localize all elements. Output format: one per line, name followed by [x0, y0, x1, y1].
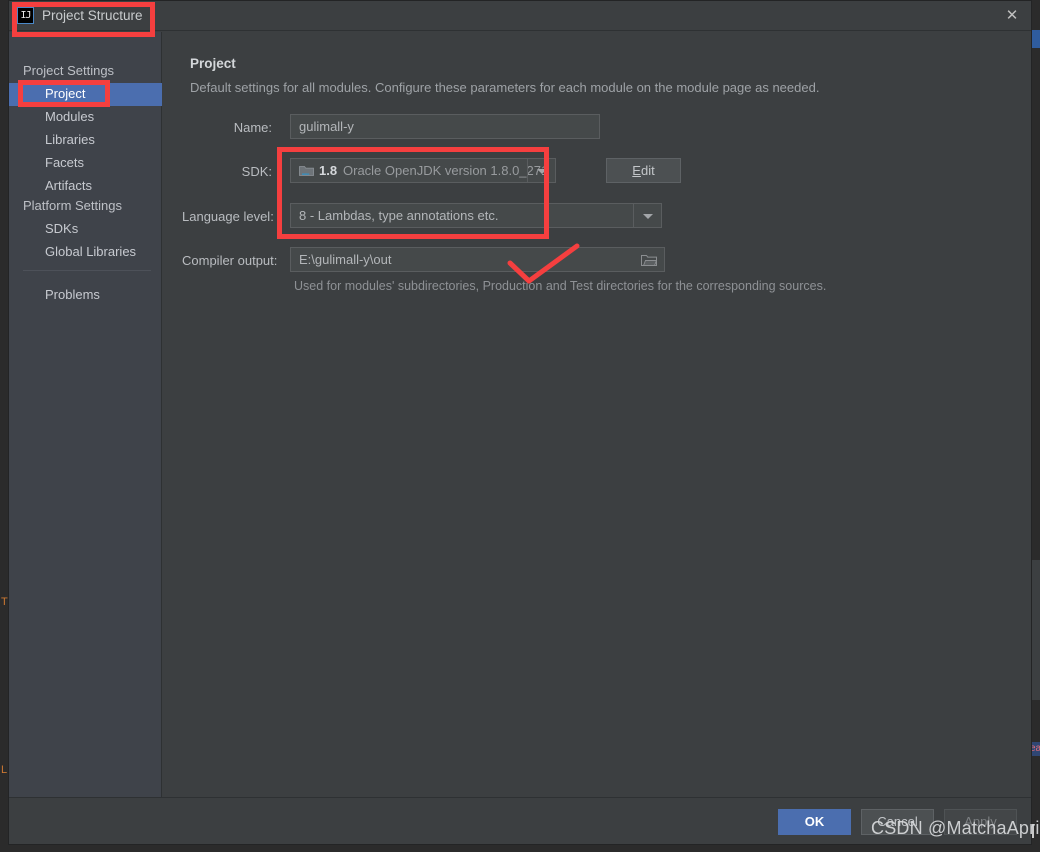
settings-sidebar: Project Settings Platform Settings Proje… [9, 32, 162, 797]
sidebar-group-platform-settings: Platform Settings [23, 198, 122, 213]
sidebar-item-label: Problems [45, 287, 100, 302]
language-level-label: Language level: [182, 209, 274, 224]
project-structure-dialog: IJ Project Structure ✕ ← → Project Setti… [8, 0, 1032, 845]
sdk-version-number: 1.8 [319, 163, 338, 178]
chevron-down-icon[interactable] [527, 159, 555, 182]
compiler-output-input[interactable]: E:\gulimall-y\out [290, 247, 665, 272]
sidebar-item-label: SDKs [45, 221, 79, 236]
sidebar-item-problems[interactable]: Problems [9, 284, 162, 307]
compiler-output-value: E:\gulimall-y\out [299, 252, 392, 267]
name-input-value: gulimall-y [299, 119, 354, 134]
sidebar-item-global-libraries[interactable]: Global Libraries [9, 241, 162, 264]
intellij-idea-icon: IJ [17, 7, 34, 24]
sidebar-item-label: Global Libraries [45, 244, 137, 259]
sidebar-item-facets[interactable]: Facets [9, 152, 162, 175]
compiler-output-hint: Used for modules' subdirectories, Produc… [294, 279, 827, 293]
sdk-combobox[interactable]: 1.8 Oracle OpenJDK version 1.8.0_271 [290, 158, 556, 183]
watermark: CSDN @MatchaApril [871, 818, 1040, 838]
close-icon[interactable]: ✕ [1001, 6, 1023, 26]
name-field-label: Name: [233, 120, 272, 135]
sdk-edit-button[interactable]: Edit [606, 158, 681, 183]
jdk-folder-icon [299, 164, 314, 178]
dialog-titlebar: IJ Project Structure ✕ [9, 1, 1031, 31]
sidebar-item-project[interactable]: Project [9, 83, 162, 106]
dialog-title: Project Structure [42, 8, 143, 23]
sidebar-divider [23, 270, 151, 271]
sdk-edit-mnemonic: E [632, 163, 641, 178]
compiler-output-label: Compiler output: [182, 253, 278, 268]
language-level-value: 8 - Lambdas, type annotations etc. [299, 208, 499, 223]
ok-button[interactable]: OK [778, 809, 851, 835]
sidebar-item-libraries[interactable]: Libraries [9, 129, 162, 152]
page-title: Project [190, 56, 236, 71]
background-editor-bottom [0, 845, 1040, 852]
chevron-down-icon[interactable] [633, 204, 661, 227]
settings-content-panel: Project Default settings for all modules… [162, 32, 1031, 797]
sidebar-item-label: Libraries [45, 132, 95, 147]
sdk-field-label: SDK: [241, 164, 272, 179]
language-level-combobox[interactable]: 8 - Lambdas, type annotations etc. [290, 203, 662, 228]
sidebar-item-label: Artifacts [45, 178, 92, 193]
sidebar-item-artifacts[interactable]: Artifacts [9, 175, 162, 198]
sidebar-item-label: Modules [45, 109, 95, 124]
sidebar-item-sdks[interactable]: SDKs [9, 218, 162, 241]
page-description: Default settings for all modules. Config… [190, 80, 820, 95]
sidebar-group-project-settings: Project Settings [23, 63, 115, 78]
sidebar-item-modules[interactable]: Modules [9, 106, 162, 129]
sidebar-item-label: Project [45, 86, 86, 101]
name-input[interactable]: gulimall-y [290, 114, 600, 139]
sidebar-item-label: Facets [45, 155, 85, 170]
sdk-edit-button-label: Edit [632, 163, 655, 178]
sdk-description: Oracle OpenJDK version 1.8.0_271 [343, 163, 549, 178]
folder-icon[interactable] [635, 249, 663, 272]
